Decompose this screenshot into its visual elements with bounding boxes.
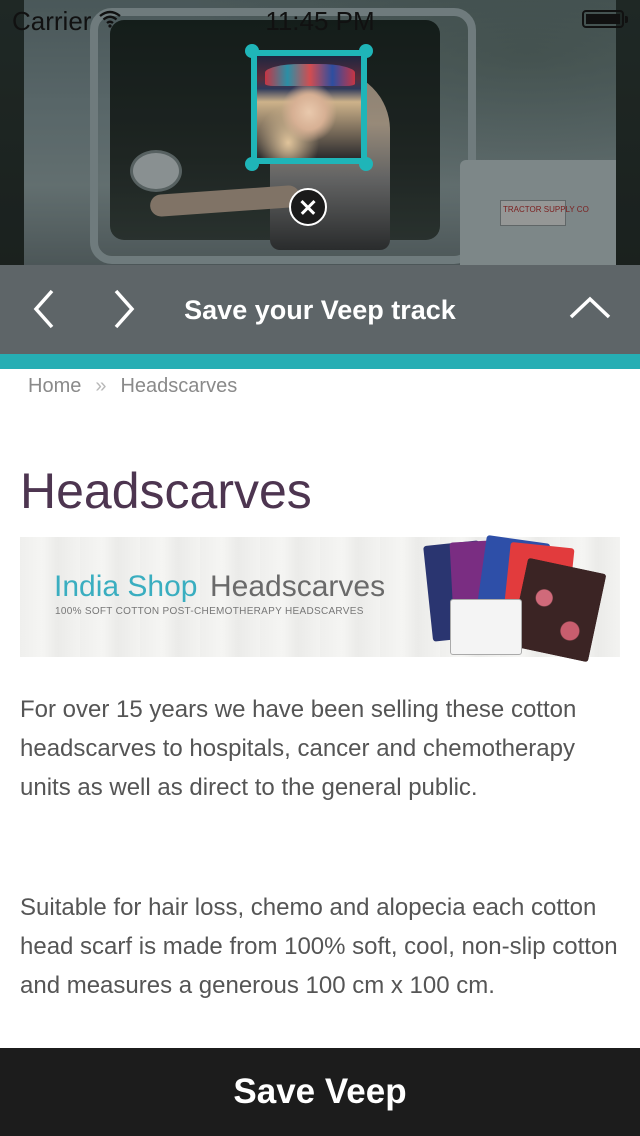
banner-brand-right: Headscarves	[210, 570, 386, 603]
crop-handle-top-left[interactable]	[245, 44, 259, 58]
accent-divider	[0, 354, 640, 369]
breadcrumb: Home » Headscarves	[28, 375, 237, 398]
save-veep-label: Save Veep	[233, 1072, 407, 1111]
battery-icon	[582, 10, 628, 28]
category-banner: India Shop Headscarves 100% SOFT COTTON …	[20, 535, 620, 663]
chevron-up-icon[interactable]	[566, 287, 614, 331]
trackbar-title: Save your Veep track	[184, 295, 456, 325]
description-paragraph-1: For over 15 years we have been selling t…	[20, 696, 577, 801]
page-title: Headscarves	[20, 463, 312, 519]
save-veep-button[interactable]: Save Veep	[0, 1048, 640, 1136]
crop-handle-bottom-right[interactable]	[359, 157, 373, 171]
clock: 11:45 PM	[265, 6, 375, 36]
status-bar: Carrier 11:45 PM	[0, 0, 640, 40]
banner-brand-left: India Shop	[54, 570, 198, 603]
breadcrumb-current[interactable]: Headscarves	[120, 375, 237, 397]
banner-subtitle: 100% SOFT COTTON POST-CHEMOTHERAPY HEADS…	[55, 606, 364, 617]
close-icon[interactable]	[289, 188, 327, 226]
elephant-logo-icon	[450, 599, 522, 655]
crop-handle-top-right[interactable]	[359, 44, 373, 58]
crop-handle-bottom-left[interactable]	[245, 157, 259, 171]
veep-track-bar: Save your Veep track	[0, 265, 640, 354]
breadcrumb-separator: »	[95, 375, 107, 397]
breadcrumb-home[interactable]: Home	[28, 375, 81, 397]
scarf-swatch-floral	[509, 557, 607, 663]
headscarf-pattern	[265, 64, 355, 86]
description-paragraph-2: Suitable for hair loss, chemo and alopec…	[20, 894, 618, 999]
crop-selection-box[interactable]	[251, 50, 367, 164]
